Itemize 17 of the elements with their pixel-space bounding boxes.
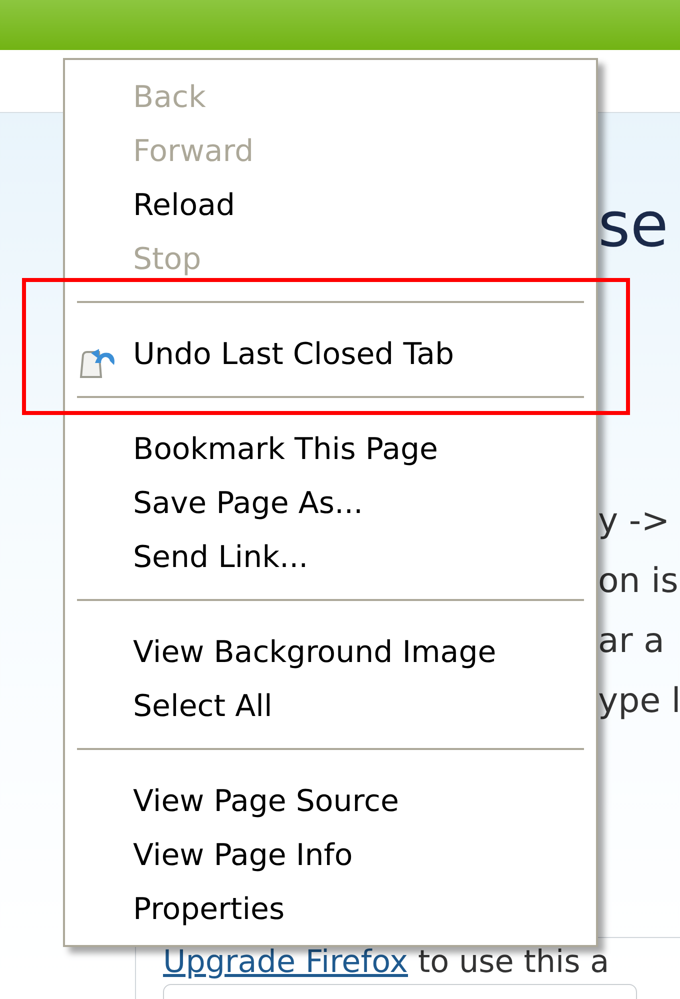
menu-item[interactable]: View Background Image xyxy=(65,632,596,672)
body-text: on is xyxy=(598,560,680,603)
body-text: y -> xyxy=(598,500,671,543)
body-text: to use this a xyxy=(418,944,610,980)
menu-item[interactable]: Properties xyxy=(65,889,596,929)
menu-item[interactable]: Undo Last Closed Tab xyxy=(65,334,596,374)
menu-item[interactable]: View Page Info xyxy=(65,835,596,875)
upgrade-link[interactable]: Upgrade Firefox xyxy=(163,944,408,980)
body-text: ar a xyxy=(598,620,666,663)
menu-item[interactable]: Select All xyxy=(65,686,596,726)
body-text: ype l xyxy=(598,680,680,723)
menu-item[interactable]: Send Link... xyxy=(65,537,596,577)
page-heading: se xyxy=(598,187,670,263)
menu-item[interactable]: Reload xyxy=(65,185,596,225)
menu-item[interactable]: Save Page As... xyxy=(65,483,596,523)
menu-item[interactable]: Bookmark This Page xyxy=(65,429,596,469)
menu-item[interactable]: View Page Source xyxy=(65,781,596,821)
